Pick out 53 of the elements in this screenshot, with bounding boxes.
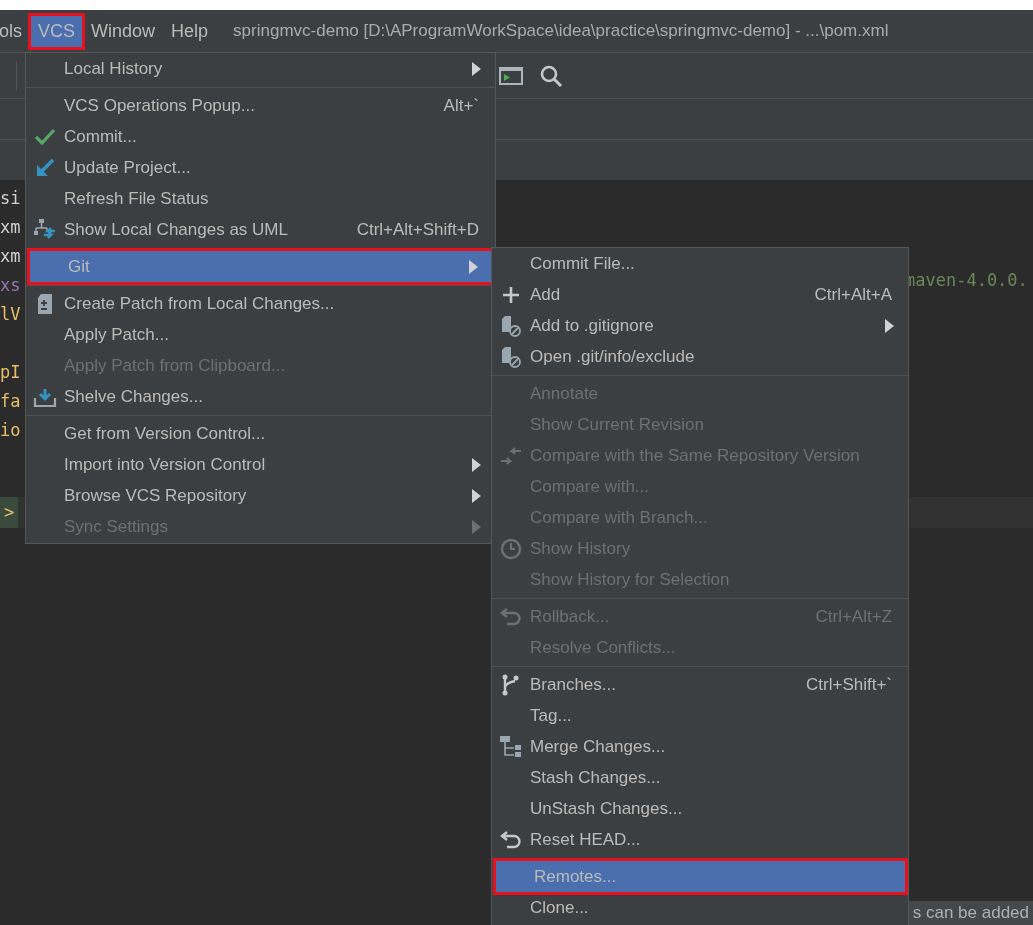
menu-item[interactable]: VCS Operations Popup... Alt+` <box>26 90 495 121</box>
menu-item[interactable]: Import into Version Control <box>26 449 495 480</box>
plus-icon <box>503 286 519 303</box>
status-hint: s can be added <box>906 901 1033 925</box>
menu-item[interactable]: Open .git/info/exclude <box>492 341 908 372</box>
menu-item[interactable]: Clone... <box>492 892 908 923</box>
fold-marker: > <box>0 497 19 528</box>
clock-icon <box>500 537 522 560</box>
search-icon[interactable] <box>539 63 563 88</box>
menu-item[interactable]: Add Ctrl+Alt+A <box>492 279 908 310</box>
code-text: maven-4.0.0. <box>905 270 1028 290</box>
file-icon <box>36 292 54 315</box>
menu-item[interactable]: Reset HEAD... <box>492 824 908 855</box>
menu-item[interactable]: Help <box>164 15 216 47</box>
window-title: springmvc-demo [D:\AProgramWorkSpace\idea\practice\springmvc-demo] - ...\pom.xml <box>233 21 889 41</box>
menu-item[interactable]: ols <box>0 15 29 47</box>
branch-icon <box>501 673 521 696</box>
menu-item[interactable]: Shelve Changes... <box>26 381 495 412</box>
menu-item[interactable]: Stash Changes... <box>492 762 908 793</box>
code-text: lV <box>0 304 21 324</box>
tree-icon <box>500 735 522 758</box>
menu-item[interactable]: Add to .gitignore <box>492 310 908 341</box>
undo-icon <box>500 829 522 850</box>
code-text: xs <box>0 275 21 295</box>
run-window-icon[interactable] <box>499 65 523 86</box>
menu-item[interactable]: Refresh File Status <box>26 183 495 214</box>
menu-item[interactable]: Apply Patch... <box>26 319 495 350</box>
arrow-icon <box>35 157 55 178</box>
code-text: xm <box>0 246 21 266</box>
undo-icon <box>500 606 522 627</box>
menu-item[interactable]: Tag... <box>492 700 908 731</box>
menu-item[interactable]: Branches... Ctrl+Shift+` <box>492 669 908 700</box>
diagram-icon <box>34 218 56 241</box>
code-text: pI <box>0 362 21 382</box>
code-text: fa <box>0 391 21 411</box>
menu-item[interactable]: Update Project... <box>26 152 495 183</box>
menu-item[interactable]: Browse VCS Repository <box>26 480 495 511</box>
code-text: si <box>0 188 21 208</box>
menu-item[interactable]: Local History <box>26 53 495 84</box>
menu-item[interactable]: Commit File... <box>492 248 908 279</box>
arrows-icon <box>500 445 522 466</box>
file-icon <box>501 345 521 368</box>
file-icon <box>501 314 521 337</box>
menu-item[interactable]: Create Patch from Local Changes... <box>26 288 495 319</box>
check-icon <box>35 127 55 146</box>
code-text: io <box>0 420 21 440</box>
menu-item[interactable]: Merge Changes... <box>492 731 908 762</box>
menu-item[interactable]: Get from Version Control... <box>26 418 495 449</box>
menu-item[interactable]: Commit... <box>26 121 495 152</box>
menu-item[interactable]: Window <box>84 15 163 47</box>
menu-item[interactable]: Show Local Changes as UML Ctrl+Alt+Shift+D <box>26 214 495 245</box>
code-text: xm <box>0 217 21 237</box>
menu-item[interactable]: UnStash Changes... <box>492 793 908 824</box>
